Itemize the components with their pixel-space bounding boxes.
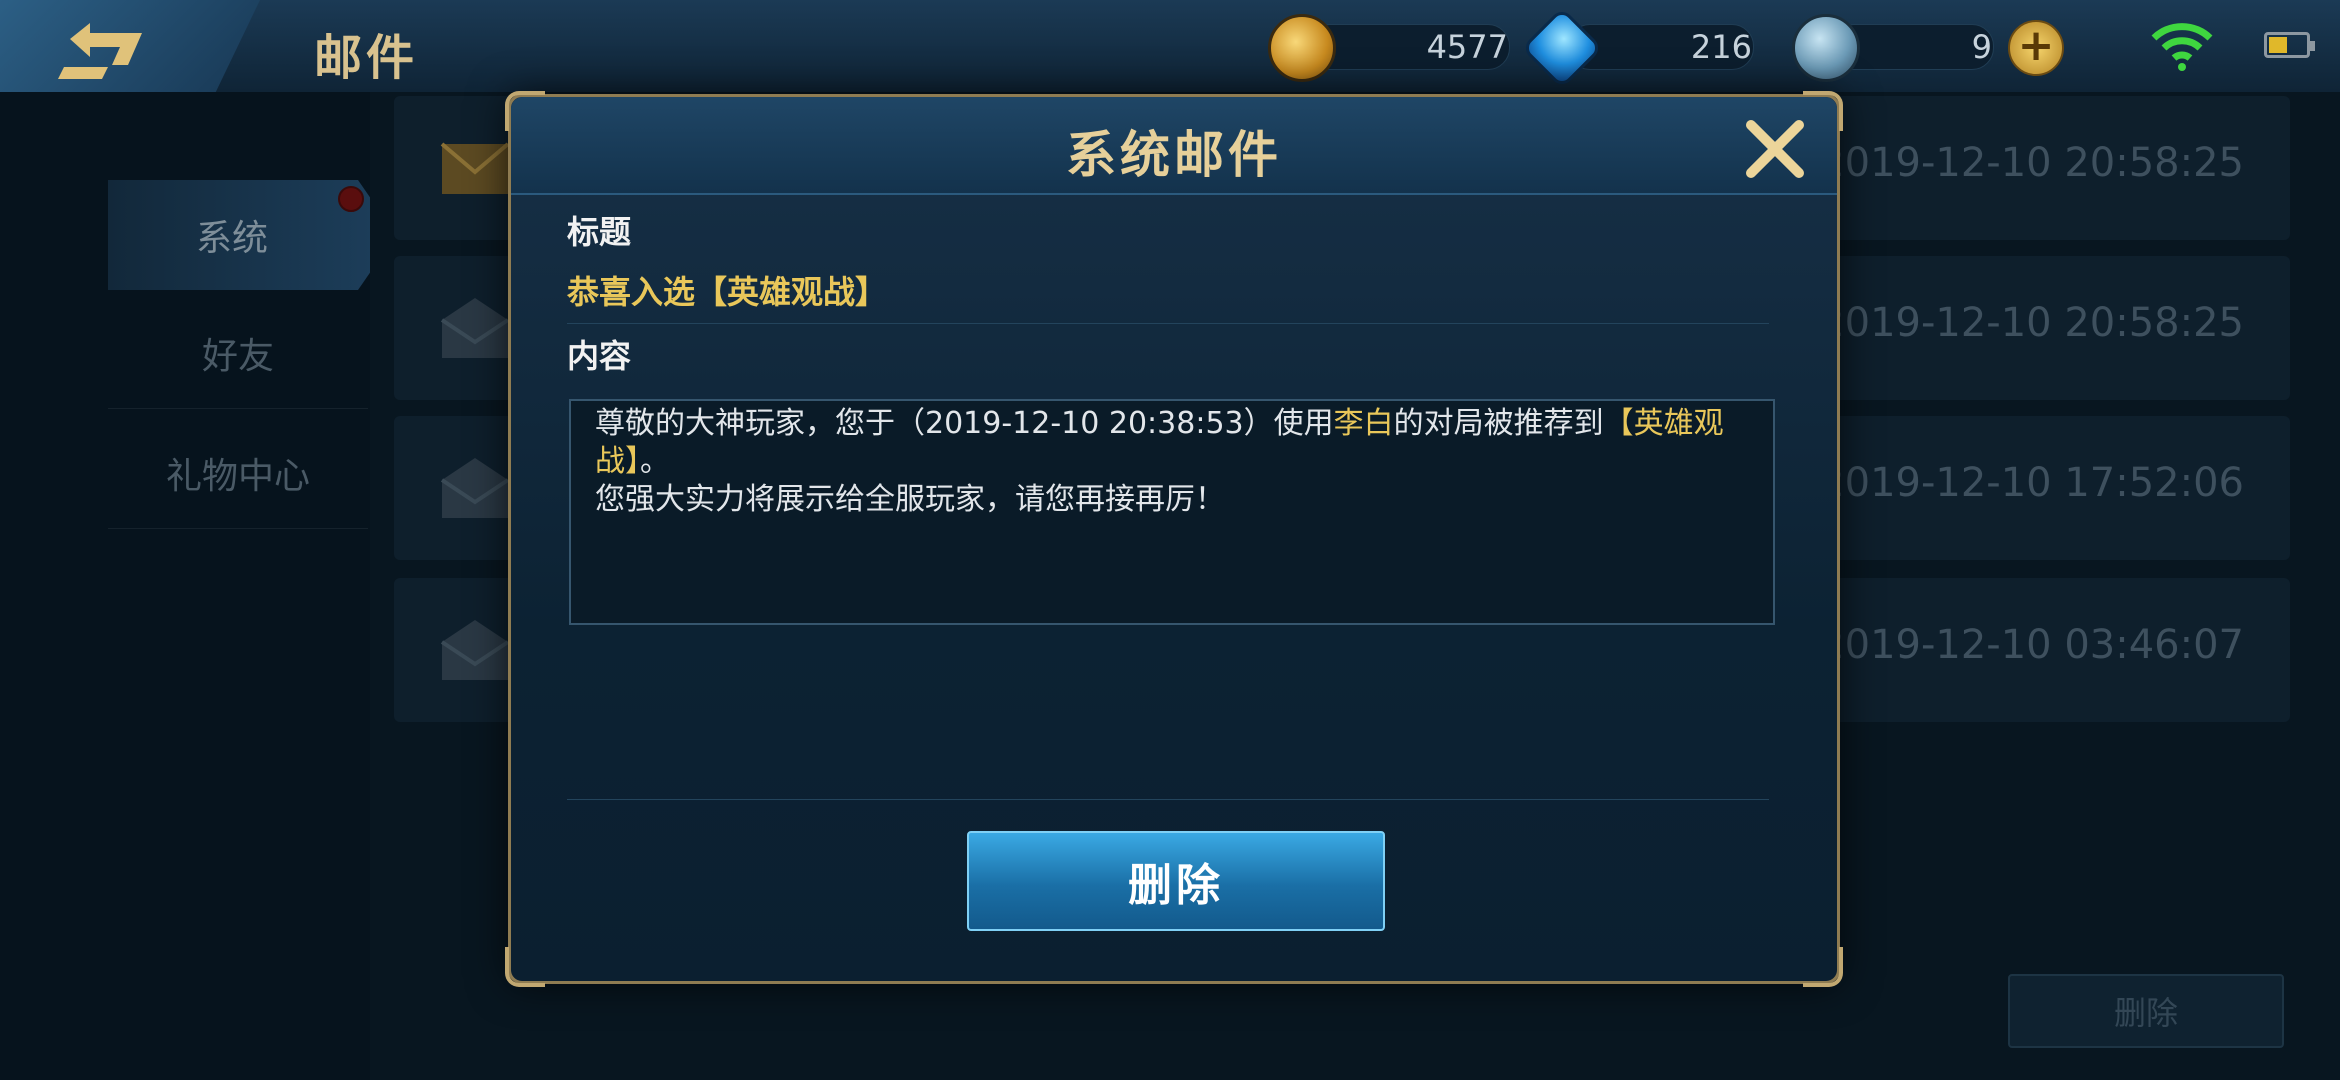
mail-time: 2019-12-10 20:58:25 [1819,300,2244,346]
gold-coin-icon [1268,14,1336,82]
battery-icon [2264,32,2315,58]
diamond-icon [1520,6,1604,90]
sidebar-item-friends[interactable]: 好友 [108,298,368,409]
envelope-open-icon [440,298,510,358]
page-title: 邮件 [314,30,419,86]
divider [567,323,1769,324]
envelope-open-icon [440,458,510,518]
diamond-value: 216 [1690,28,1752,66]
sidebar-item-gift-center[interactable]: 礼物中心 [108,418,368,529]
content-line-2: 您强大实力将展示给全服玩家，请您再接再厉！ [595,482,1225,517]
gold-resource: 4577 [1268,14,1510,82]
mail-content: 尊敬的大神玩家，您于（2019-12-10 20:38:53）使用李白的对局被推… [569,399,1775,625]
coupon-icon [1792,14,1860,82]
sidebar-item-label: 好友 [201,336,274,377]
sidebar-item-label: 礼物中心 [165,456,310,497]
delete-all-button[interactable]: 删除 [2008,974,2284,1048]
back-arrow-icon [58,23,142,79]
envelope-icon [440,142,510,194]
gold-value: 4577 [1426,28,1508,66]
subject-label: 标题 [567,213,632,251]
notification-dot [338,186,364,212]
system-mail-dialog: 系统邮件 标题 恭喜入选【英雄观战】 内容 尊敬的大神玩家，您于（2019-12… [505,91,1843,987]
mail-subject: 恭喜入选【英雄观战】 [567,273,888,311]
content-label: 内容 [567,337,632,375]
coupon-resource: 9 [1792,14,1994,82]
hero-name: 李白 [1333,406,1394,441]
mail-time: 2019-12-10 17:52:06 [1819,460,2244,506]
mail-time: 2019-12-10 20:58:25 [1819,140,2244,186]
add-currency-button[interactable]: + [2008,20,2064,76]
sidebar-item-label: 系统 [195,218,268,259]
envelope-open-icon [440,620,510,680]
top-bar: 邮件 4577 216 9 + [0,0,2340,104]
coupon-value: 9 [1971,28,1992,66]
wifi-icon [2151,23,2213,71]
delete-button[interactable]: 删除 [967,831,1385,931]
mail-time: 2019-12-10 03:46:07 [1819,622,2244,668]
dialog-title: 系统邮件 [1066,126,1282,184]
divider [567,799,1769,800]
close-icon[interactable] [1743,117,1807,181]
diamond-resource: 216 [1520,6,1754,90]
dialog-header: 系统邮件 [511,97,1837,195]
back-button[interactable] [0,0,260,104]
